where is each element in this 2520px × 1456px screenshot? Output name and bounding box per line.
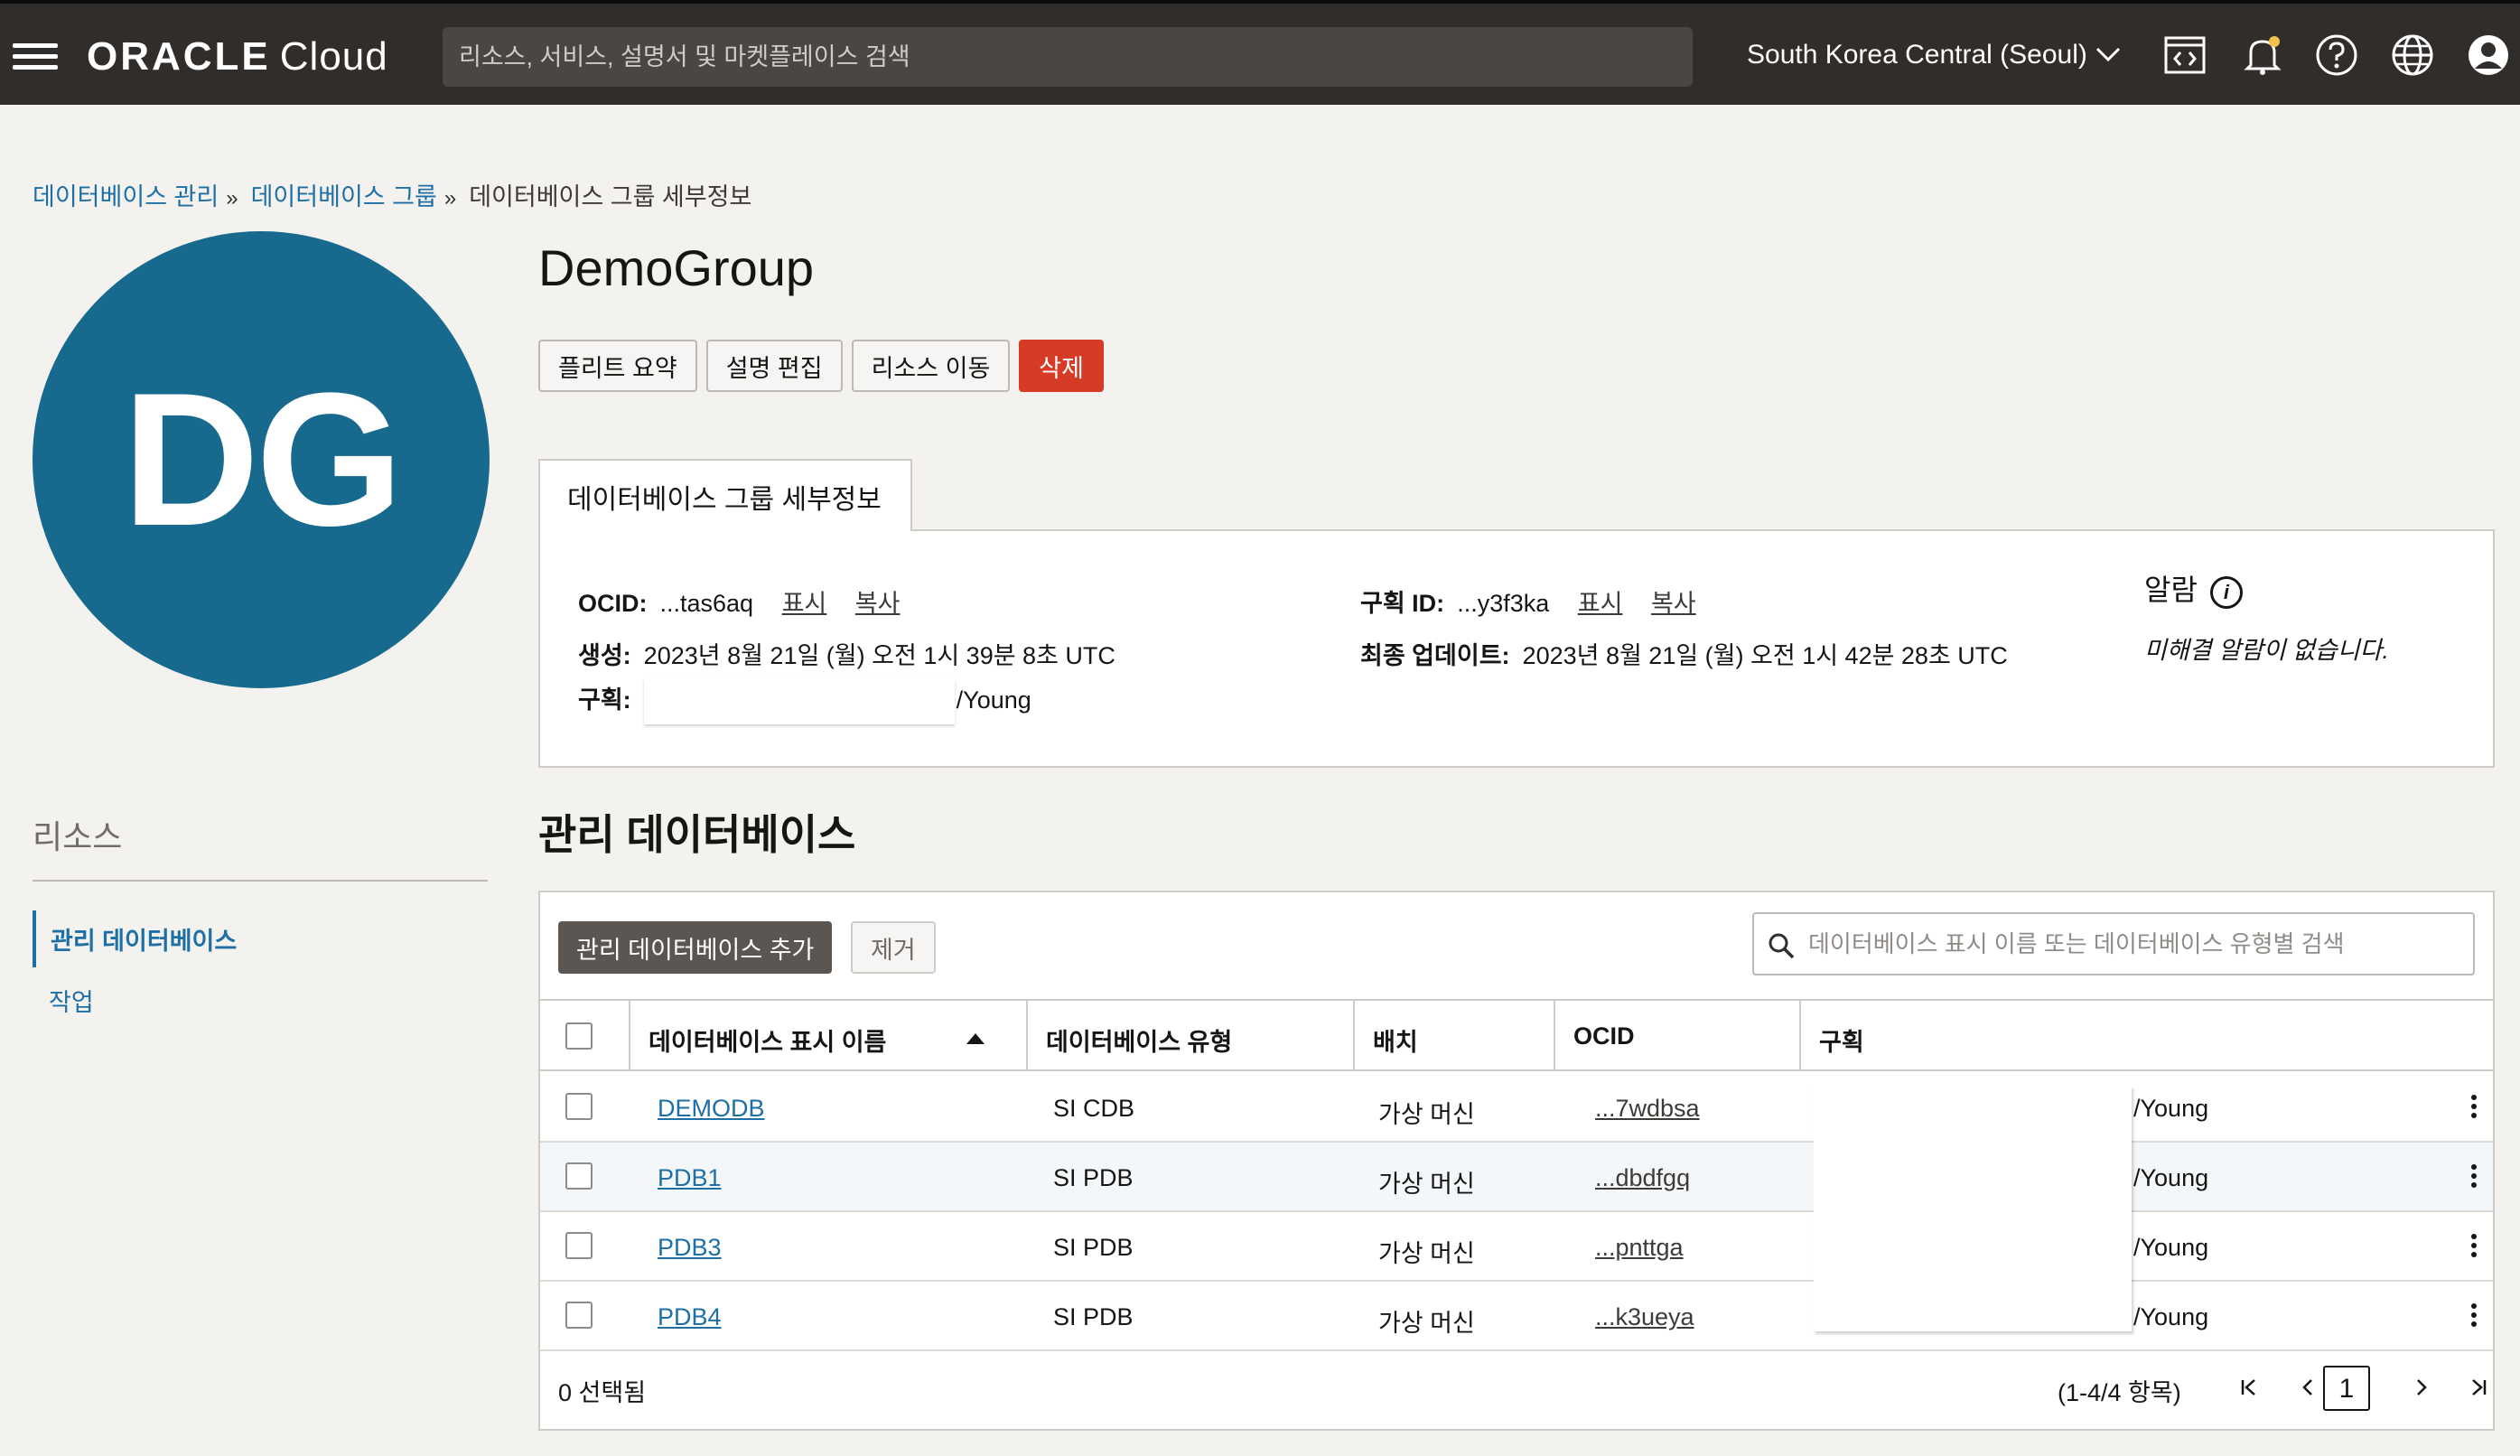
managed-databases-panel: 관리 데이터베이스 추가 제거 데이터베이스 표시 이름 데이터베이스 유형 배… — [538, 891, 2495, 1431]
compartment: /Young — [2133, 1234, 2209, 1261]
row-actions-kebab-icon[interactable] — [2471, 1234, 2477, 1259]
column-display-name[interactable]: 데이터베이스 표시 이름 — [630, 1001, 1028, 1071]
ocid-link[interactable]: ...dbdfgq — [1595, 1164, 1690, 1192]
action-buttons: 플리트 요약 설명 편집 리소스 이동 삭제 — [538, 340, 1104, 392]
remove-button[interactable]: 제거 — [851, 921, 936, 974]
database-name-link[interactable]: PDB1 — [658, 1164, 722, 1192]
breadcrumb-current: 데이터베이스 그룹 세부정보 — [469, 183, 752, 210]
column-database-type[interactable]: 데이터베이스 유형 — [1028, 1001, 1355, 1071]
search-icon — [1769, 933, 1795, 959]
column-ocid[interactable]: OCID — [1555, 1001, 1801, 1071]
hamburger-menu-icon[interactable] — [13, 43, 58, 70]
database-name-link[interactable]: PDB3 — [658, 1234, 722, 1262]
table-header: 데이터베이스 표시 이름 데이터베이스 유형 배치 OCID 구획 — [540, 999, 2493, 1071]
redacted-area — [1814, 1086, 2132, 1331]
table-row[interactable]: PDB3 SI PDB 가상 머신 ...pnttga /Young — [540, 1212, 2493, 1282]
ocid-link[interactable]: ...pnttga — [1595, 1234, 1684, 1262]
created-row: 생성: 2023년 8월 21일 (월) 오전 1시 39분 8초 UTC — [578, 642, 1115, 669]
header-select — [540, 1001, 630, 1071]
table-row[interactable]: PDB4 SI PDB 가상 머신 ...k3ueya /Young — [540, 1282, 2493, 1351]
table-row[interactable]: PDB1 SI PDB 가상 머신 ...dbdfgq /Young — [540, 1143, 2493, 1212]
deployment: 가상 머신 — [1378, 1310, 1475, 1337]
alarms-heading: 알람 i — [2144, 567, 2243, 609]
breadcrumb: 데이터베이스 관리» 데이터베이스 그룹» 데이터베이스 그룹 세부정보 — [33, 183, 752, 210]
database-type: SI PDB — [1053, 1303, 1134, 1330]
table-search-input[interactable] — [1808, 921, 2459, 966]
compartment-row: 구획:/Young — [578, 679, 1031, 724]
compartment-copy-link[interactable]: 복사 — [1651, 590, 1696, 617]
breadcrumb-database-groups[interactable]: 데이터베이스 그룹 — [251, 183, 437, 210]
select-all-checkbox[interactable] — [565, 1022, 593, 1050]
tab-group-details[interactable]: 데이터베이스 그룹 세부정보 — [538, 459, 912, 531]
add-managed-database-button[interactable]: 관리 데이터베이스 추가 — [558, 921, 833, 974]
database-type: SI CDB — [1053, 1095, 1135, 1122]
resource-link-managed-databases[interactable]: 관리 데이터베이스 — [33, 910, 237, 967]
breadcrumb-database-management[interactable]: 데이터베이스 관리 — [33, 183, 219, 210]
database-type: SI PDB — [1053, 1164, 1134, 1191]
resource-link-jobs[interactable]: 작업 — [33, 983, 94, 1018]
database-name-link[interactable]: PDB4 — [658, 1303, 722, 1331]
delete-button[interactable]: 삭제 — [1019, 340, 1104, 392]
alarms-message: 미해결 알람이 없습니다. — [2144, 637, 2389, 664]
ocid-show-link[interactable]: 표시 — [782, 590, 827, 617]
table-row[interactable]: DEMODB SI CDB 가상 머신 ...7wdbsa /Young — [540, 1073, 2493, 1143]
selected-count: 0 선택됨 — [558, 1379, 647, 1406]
region-selector[interactable]: South Korea Central (Seoul) — [1747, 40, 2122, 70]
row-checkbox[interactable] — [565, 1093, 593, 1120]
database-type: SI PDB — [1053, 1234, 1134, 1261]
compartment-show-link[interactable]: 표시 — [1578, 590, 1623, 617]
move-resource-button[interactable]: 리소스 이동 — [851, 340, 1011, 392]
ocid-copy-link[interactable]: 복사 — [855, 590, 901, 617]
deployment: 가상 머신 — [1378, 1240, 1475, 1267]
cloud-shell-icon[interactable] — [2162, 33, 2207, 78]
row-actions-kebab-icon[interactable] — [2471, 1164, 2477, 1190]
row-checkbox[interactable] — [565, 1302, 593, 1329]
top-navigation-bar: ORACLECloud South Korea Central (Seoul) — [0, 0, 2520, 105]
details-panel: OCID: ...tas6aq 표시 복사 생성: 2023년 8월 21일 (월)… — [538, 529, 2495, 768]
user-profile-icon[interactable] — [2466, 33, 2511, 78]
table-search — [1752, 912, 2475, 975]
resource-avatar: DG — [33, 231, 490, 688]
next-page-icon[interactable] — [2403, 1366, 2439, 1411]
ocid-link[interactable]: ...7wdbsa — [1595, 1095, 1700, 1123]
deployment: 가상 머신 — [1378, 1101, 1475, 1128]
sort-ascending-icon[interactable] — [966, 1033, 985, 1044]
chevron-down-icon — [2095, 40, 2122, 70]
ocid-row: OCID: ...tas6aq 표시 복사 — [578, 590, 901, 617]
oracle-cloud-logo[interactable]: ORACLE Cloud — [87, 34, 388, 79]
resources-heading: 리소스 — [33, 818, 123, 855]
notification-bell-icon[interactable] — [2240, 33, 2285, 78]
deployment: 가상 머신 — [1378, 1171, 1475, 1198]
fleet-summary-button[interactable]: 플리트 요약 — [538, 340, 697, 392]
edit-description-button[interactable]: 설명 편집 — [705, 340, 843, 392]
database-name-link[interactable]: DEMODB — [658, 1095, 765, 1123]
row-checkbox[interactable] — [565, 1232, 593, 1259]
pagination-info: (1-4/4 항목) — [2058, 1379, 2181, 1406]
row-checkbox[interactable] — [565, 1162, 593, 1190]
compartment: /Young — [2133, 1303, 2209, 1330]
current-page-input[interactable]: 1 — [2323, 1366, 2370, 1411]
info-icon[interactable]: i — [2209, 575, 2243, 609]
compartment: /Young — [2133, 1095, 2209, 1122]
compartment-id-row: 구획 ID: ...y3f3ka 표시 복사 — [1360, 590, 1696, 617]
page-title: DemoGroup — [538, 239, 815, 296]
updated-row: 최종 업데이트: 2023년 8월 21일 (월) 오전 1시 42분 28초 U… — [1360, 642, 2008, 669]
global-search-input[interactable] — [443, 27, 1693, 87]
divider — [33, 880, 488, 882]
row-actions-kebab-icon[interactable] — [2471, 1095, 2477, 1120]
compartment: /Young — [2133, 1164, 2209, 1191]
row-actions-kebab-icon[interactable] — [2471, 1303, 2477, 1329]
section-title: 관리 데이터베이스 — [538, 811, 856, 858]
language-globe-icon[interactable] — [2390, 33, 2435, 78]
help-icon[interactable] — [2314, 33, 2359, 78]
column-deployment[interactable]: 배치 — [1355, 1001, 1555, 1071]
column-compartment[interactable]: 구획 — [1801, 1001, 2493, 1071]
ocid-link[interactable]: ...k3ueya — [1595, 1303, 1694, 1331]
redacted-area — [643, 679, 955, 724]
previous-page-icon[interactable] — [2291, 1366, 2327, 1411]
last-page-icon[interactable] — [2460, 1366, 2497, 1411]
first-page-icon[interactable] — [2231, 1366, 2267, 1411]
